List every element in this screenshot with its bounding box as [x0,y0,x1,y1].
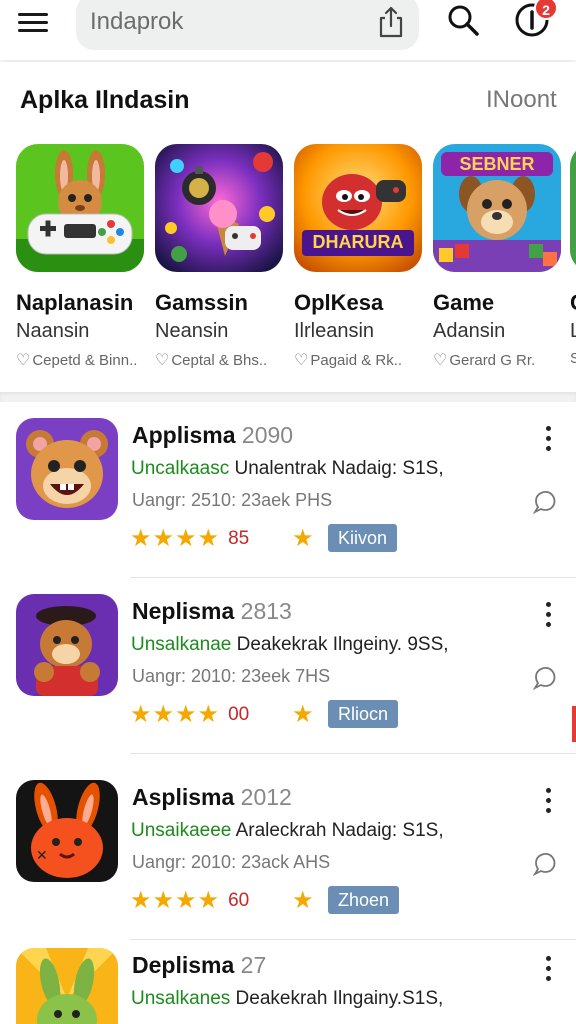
hamburger-menu-icon[interactable] [18,10,52,38]
rating-row: ★★★★ 60 ★ Zhoen [130,886,400,914]
card-subtitle: Ilrleansin [294,320,375,342]
svg-text:✕: ✕ [36,848,48,864]
card-title: OplKesa [294,290,384,315]
card-subtitle: Naansin [16,320,90,342]
search-icon[interactable] [445,2,481,38]
featured-card[interactable]: SEBNER Game Adansin ♡ Gerard G Rr. [433,144,563,369]
top-app-bar: 2 [0,0,576,60]
heart-icon: ♡ [433,352,448,369]
more-options-icon[interactable] [540,602,556,634]
featured-card[interactable]: DHARURA OplKesa Ilrleansin ♡ Pagaid & Rk.… [294,144,424,369]
search-input[interactable] [90,2,360,42]
edge-indicator [572,706,576,742]
star-icon: ★ [175,701,197,728]
app-version: 2090 [241,422,294,448]
card-title: Naplanasin [16,290,134,315]
section-title: Aplka Ilndasin [20,86,190,114]
bear-character-icon [16,594,118,696]
app-title: Applisma 2090 [132,422,294,448]
puppy-puzzle-icon: SEBNER [433,144,561,272]
category-tag[interactable]: Rliocn [328,700,399,728]
card-subtitle: L [570,320,576,342]
list-item[interactable]: Applisma 2090 Uncalkaasc Unalentrak Nada… [0,400,576,578]
rating-row: ★★★★ 85 ★ Kiivon [130,524,398,552]
app-version: 27 [240,952,267,978]
list-item[interactable]: Deplisma 27 Unsalkanes Deakekrah Ilngain… [0,930,576,1024]
category-tag[interactable]: Zhoen [328,886,400,914]
bomb-ice-cream-icon [155,144,283,272]
rating-value: 00 [228,704,250,725]
app-description: Unsalkanae Deakekrak Ilngeiny. 9SS, [131,634,449,655]
star-icon: ★ [130,701,152,728]
star-icon: ★ [197,701,220,728]
heart-icon: ♡ [294,352,309,369]
rating-row: ★★★★ 00 ★ Rliocn [130,700,399,728]
app-title: Neplisma 2813 [132,598,292,624]
row-divider [130,753,576,754]
search-bar[interactable] [76,0,419,50]
featured-card-partial[interactable]: C L S [570,144,576,384]
card-art-text: DHARURA [312,232,404,252]
card-title: Game [433,290,495,315]
card-title: C [570,290,576,316]
card-title: Gamssin [155,290,248,315]
rabbit-controller-icon [16,144,144,272]
card-meta: ♡ Pagaid & Rk.. [294,352,403,369]
app-description: Uncalkaasc Unalentrak Nadaig: S1S, [131,458,444,479]
featured-section: Aplka Ilndasin INoont Naplanasin Naansin… [0,62,576,392]
star-icon: ★ [152,701,175,728]
star-icon: ★ [152,525,175,552]
star-icon: ★ [130,525,152,552]
app-description: Unsalkanes Deakekrah Ilngainy.S1S, [131,988,444,1009]
app-description: Unsaikaeee Araleckrah Nadaig: S1S, [131,820,444,841]
star-icon: ★ [130,887,152,914]
see-more-link[interactable]: INoont [486,86,557,114]
more-options-icon[interactable] [540,788,556,820]
star-icon: ★ [292,887,314,914]
rating-value: 60 [228,890,250,911]
list-item[interactable]: ✕ Asplisma 2012 Unsaikaeee Araleckrah Na… [0,762,576,940]
featured-card[interactable]: Gamssin Neansin ♡ Ceptal & Bhs.. [155,144,285,369]
star-icon: ★ [292,525,314,552]
card-subtitle: Adansin [433,320,506,342]
chat-bubble-icon[interactable] [532,488,558,515]
partial-card-icon [570,144,576,272]
card-subtitle: Neansin [155,320,229,342]
card-art-text: SEBNER [459,154,535,174]
list-item[interactable]: Neplisma 2813 Unsalkanae Deakekrak Ilnge… [0,576,576,754]
star-icon: ★ [197,887,220,914]
featured-card[interactable]: Naplanasin Naansin ♡ Cepetd & Binn.. [16,144,146,369]
green-bunny-icon [16,948,118,1024]
heart-icon: ♡ [155,352,170,369]
app-details: Uangr: 2010: 23eek 7HS [132,666,331,686]
share-icon[interactable] [377,6,405,38]
hamster-icon [16,418,118,520]
star-icon: ★ [175,887,197,914]
app-details: Uangr: 2010: 23ack AHS [132,852,331,872]
app-version: 2813 [240,598,292,624]
heart-icon: ♡ [16,352,31,369]
star-icon: ★ [292,701,314,728]
star-icon: ★ [175,525,197,552]
app-details: Uangr: 2510: 23aek PHS [132,490,333,510]
rating-value: 85 [228,528,250,549]
orange-bunny-icon: ✕ [16,780,118,882]
chat-bubble-icon[interactable] [532,850,558,877]
chat-bubble-icon[interactable] [532,664,558,691]
app-version: 2012 [240,784,292,810]
category-tag[interactable]: Kiivon [328,524,398,552]
red-monster-icon: DHARURA [294,144,422,272]
more-options-icon[interactable] [540,956,556,988]
more-options-icon[interactable] [540,426,556,458]
card-meta: ♡ Cepetd & Binn.. [16,352,138,369]
app-title: Deplisma 27 [132,952,267,978]
star-icon: ★ [197,525,220,552]
star-icon: ★ [152,887,175,914]
card-meta: S [570,350,576,367]
card-meta: ♡ Gerard G Rr. [433,352,536,369]
card-meta: ♡ Ceptal & Bhs.. [155,352,268,369]
app-title: Asplisma 2012 [132,784,292,810]
